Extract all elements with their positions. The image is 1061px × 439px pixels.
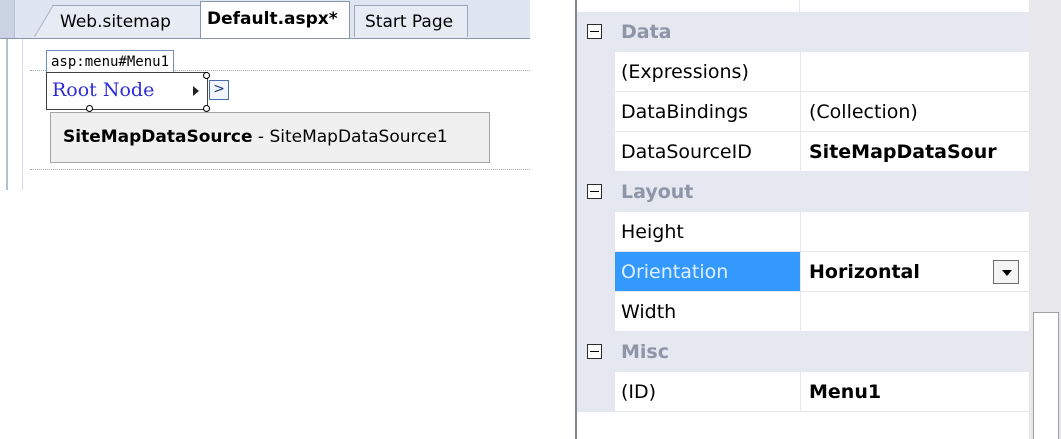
property-value[interactable] (801, 52, 1031, 92)
property-name[interactable]: Height (615, 212, 801, 252)
row-gutter (577, 52, 615, 92)
property-row-height[interactable]: Height (577, 212, 1061, 252)
tab-default-aspx[interactable]: Default.aspx* (200, 1, 350, 38)
row-gutter (577, 212, 615, 252)
tab-strip-edge (0, 0, 15, 38)
design-surface-panel: Web.sitemap Start Page Default.aspx* asp… (0, 0, 530, 190)
property-row-datasourceid[interactable]: DataSourceID SiteMapDataSour (577, 132, 1061, 172)
category-misc[interactable]: Misc (577, 332, 1061, 372)
row-gutter (577, 372, 615, 412)
datasource-type-label: SiteMapDataSource (63, 127, 253, 147)
canvas-border (6, 39, 8, 190)
resize-handle[interactable] (203, 72, 210, 79)
document-tab-strip: Web.sitemap Start Page Default.aspx* (0, 0, 530, 39)
property-name[interactable]: (ID) (615, 372, 801, 412)
category-label: Layout (621, 181, 694, 203)
row-gutter (577, 252, 615, 292)
property-name[interactable]: Width (615, 292, 801, 332)
row-gutter (577, 292, 615, 332)
tab-start-page[interactable]: Start Page (354, 5, 468, 37)
property-row-expressions[interactable]: (Expressions) (577, 52, 1061, 92)
property-name[interactable]: (Expressions) (615, 52, 801, 92)
property-value[interactable] (801, 212, 1031, 252)
row-gutter (577, 132, 615, 172)
resize-handle[interactable] (86, 105, 93, 112)
grid-previous-row (615, 0, 1029, 12)
smart-tag-button[interactable]: > (209, 80, 229, 100)
datasource-id-label: SiteMapDataSource1 (269, 127, 448, 147)
property-row-databindings[interactable]: DataBindings (Collection) (577, 92, 1061, 132)
menu-root-node[interactable]: Root Node (52, 77, 154, 103)
properties-grid: Data (Expressions) DataBindings (Collect… (575, 0, 1061, 439)
collapse-icon[interactable] (587, 184, 602, 199)
sitemap-datasource-control[interactable]: SiteMapDataSource - SiteMapDataSource1 (50, 112, 490, 163)
property-value[interactable]: (Collection) (801, 92, 1031, 132)
dropdown-arrow-icon[interactable] (993, 260, 1019, 284)
layout-guide (30, 169, 530, 170)
property-row-width[interactable]: Width (577, 292, 1061, 332)
collapse-icon[interactable] (587, 24, 602, 39)
category-label: Misc (621, 341, 669, 363)
row-gutter (577, 92, 615, 132)
resize-handle[interactable] (203, 105, 210, 112)
submenu-arrow-icon (193, 86, 199, 96)
tab-web-sitemap[interactable]: Web.sitemap (34, 5, 202, 37)
scrollbar-thumb[interactable] (1033, 312, 1059, 439)
property-value[interactable] (801, 292, 1031, 332)
property-value[interactable]: SiteMapDataSour (801, 132, 1031, 172)
category-layout[interactable]: Layout (577, 172, 1061, 212)
canvas-margin-line (22, 39, 23, 190)
property-name[interactable]: DataSourceID (615, 132, 801, 172)
datasource-separator: - (252, 127, 270, 147)
property-row-id[interactable]: (ID) Menu1 (577, 372, 1061, 412)
collapse-icon[interactable] (587, 344, 602, 359)
property-value[interactable]: Menu1 (801, 372, 1031, 412)
category-data[interactable]: Data (577, 12, 1061, 52)
property-name[interactable]: DataBindings (615, 92, 801, 132)
category-label: Data (621, 21, 672, 43)
designer-canvas[interactable]: asp:menu#Menu1 Root Node > SiteMapDataSo… (0, 39, 530, 190)
property-row-orientation[interactable]: Orientation Horizontal (577, 252, 1061, 292)
property-name[interactable]: Orientation (615, 252, 801, 292)
control-tag-label: asp:menu#Menu1 (46, 50, 175, 74)
